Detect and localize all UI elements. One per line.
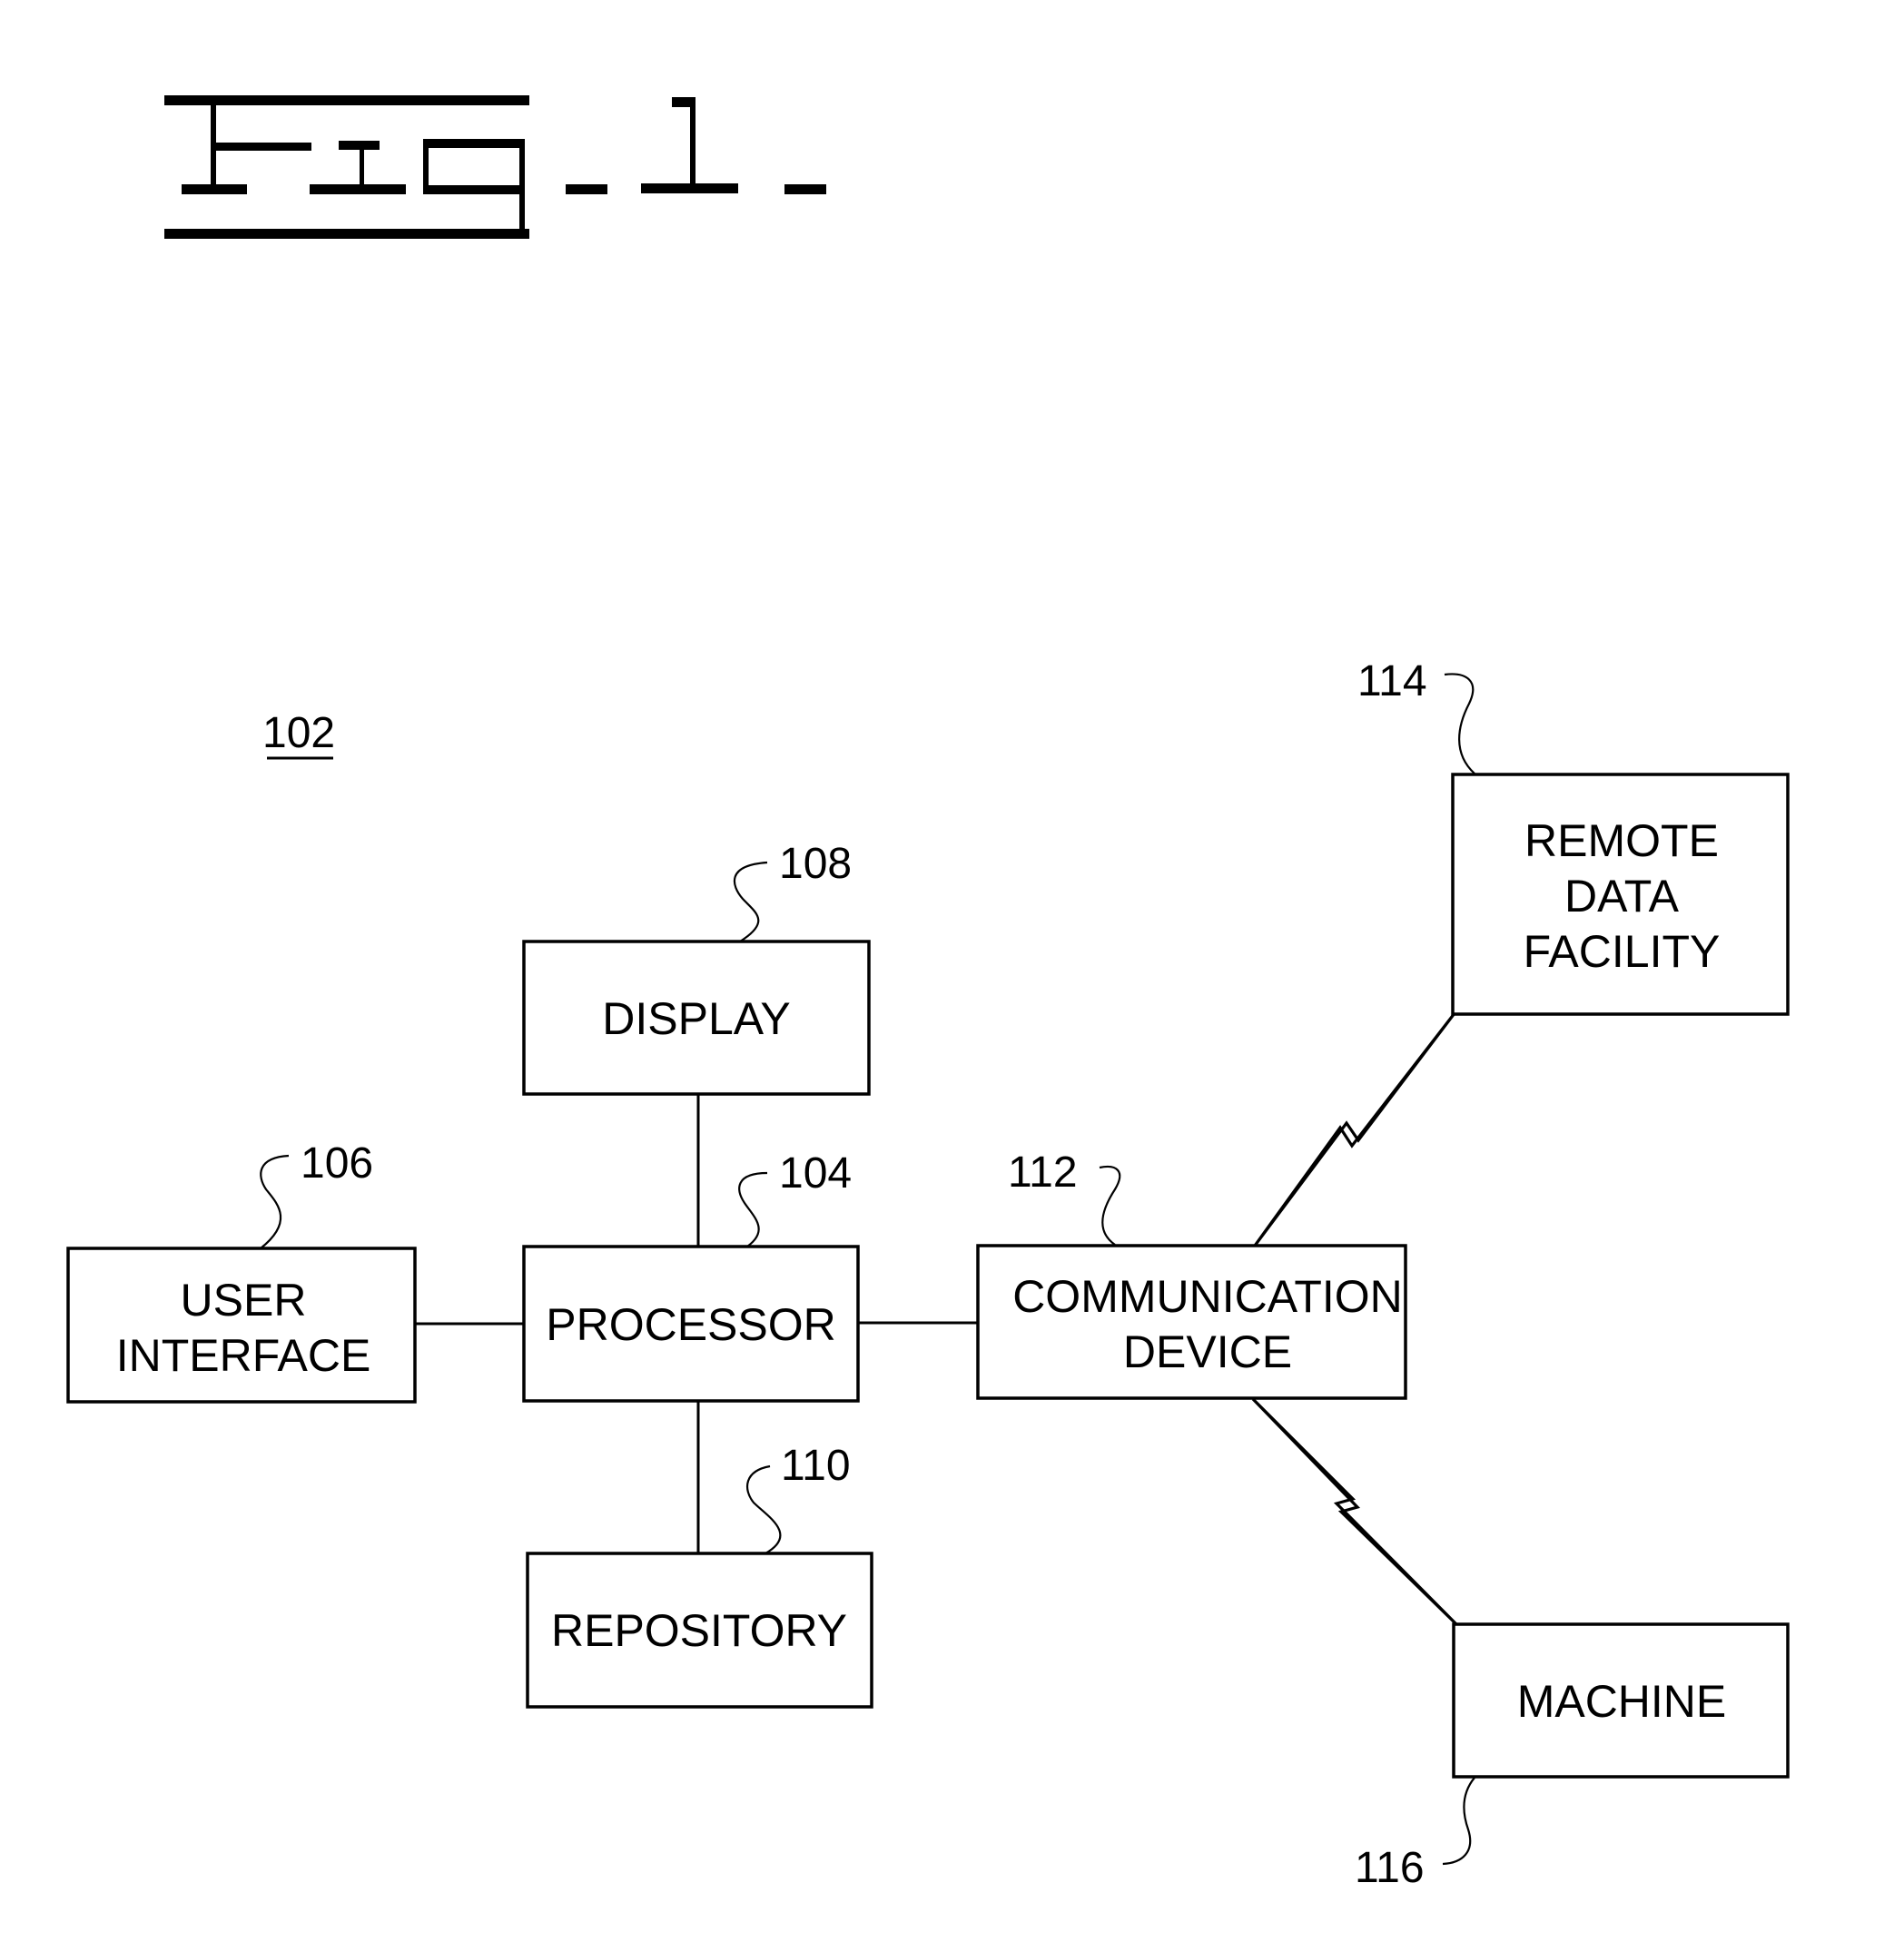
- user-interface-ref-leader: [260, 1154, 290, 1249]
- title-bottom-bar: [164, 229, 529, 239]
- title-g-bottom: [423, 185, 525, 194]
- remote-data-facility-ref-leader: [1444, 673, 1475, 774]
- title-g-top: [423, 139, 525, 148]
- node-communication-device[interactable]: COMMUNICATION DEVICE 112: [976, 1148, 1407, 1400]
- title-one-stem: [690, 97, 696, 185]
- remote-data-facility-ref: 114: [1357, 657, 1427, 705]
- patent-figure: Fig. 1. 102 DISPLAY 108 PROCESSOR 104 US…: [66, 95, 1790, 1892]
- node-remote-data-facility[interactable]: REMOTE DATA FACILITY 114: [1357, 657, 1790, 1016]
- title-g-left: [423, 139, 429, 194]
- figure-title: Fig. 1.: [164, 95, 826, 239]
- system-reference: 102: [262, 709, 335, 760]
- user-interface-label-line1: USER: [181, 1275, 307, 1326]
- display-ref-leader: [733, 861, 768, 942]
- title-top-bar: [164, 95, 529, 105]
- communication-device-ref: 112: [1008, 1148, 1078, 1197]
- display-ref: 108: [779, 840, 852, 888]
- repository-ref: 110: [781, 1442, 851, 1490]
- node-machine[interactable]: MACHINE 116: [1355, 1622, 1790, 1892]
- remote-data-facility-label-line3: FACILITY: [1524, 926, 1721, 977]
- processor-ref: 104: [779, 1149, 852, 1198]
- title-i-stem: [360, 145, 364, 187]
- processor-ref-leader: [738, 1171, 768, 1247]
- wireless-link-remote: [1253, 1012, 1456, 1247]
- title-i-cap: [339, 141, 380, 150]
- wireless-link-machine: [1251, 1397, 1459, 1627]
- machine-ref-leader: [1442, 1777, 1475, 1866]
- system-ref-label: 102: [262, 709, 335, 757]
- communication-device-label-line2: DEVICE: [1123, 1326, 1292, 1377]
- title-i-foot: [310, 184, 406, 194]
- title-dash-2: [784, 184, 826, 194]
- node-display[interactable]: DISPLAY 108: [522, 840, 871, 1096]
- node-user-interface[interactable]: USER INTERFACE 106: [66, 1139, 417, 1404]
- repository-label: REPOSITORY: [551, 1605, 847, 1656]
- title-dash-1: [566, 184, 607, 194]
- machine-label: MACHINE: [1517, 1676, 1727, 1727]
- machine-ref: 116: [1355, 1844, 1425, 1892]
- processor-label: PROCESSOR: [546, 1299, 836, 1350]
- user-interface-label-line2: INTERFACE: [116, 1330, 371, 1381]
- remote-data-facility-label-line2: DATA: [1564, 871, 1680, 922]
- repository-ref-leader: [746, 1464, 782, 1554]
- title-one-foot: [641, 183, 738, 193]
- node-processor[interactable]: PROCESSOR 104: [522, 1149, 860, 1403]
- communication-device-ref-leader: [1099, 1165, 1121, 1246]
- user-interface-ref: 106: [301, 1139, 373, 1188]
- title-f-foot: [182, 184, 247, 194]
- title-f-arm: [215, 143, 311, 151]
- communication-device-label-line1: COMMUNICATION: [1012, 1271, 1403, 1322]
- title-g-right: [519, 139, 525, 239]
- remote-data-facility-label-line1: REMOTE: [1524, 815, 1719, 866]
- display-label: DISPLAY: [602, 993, 791, 1044]
